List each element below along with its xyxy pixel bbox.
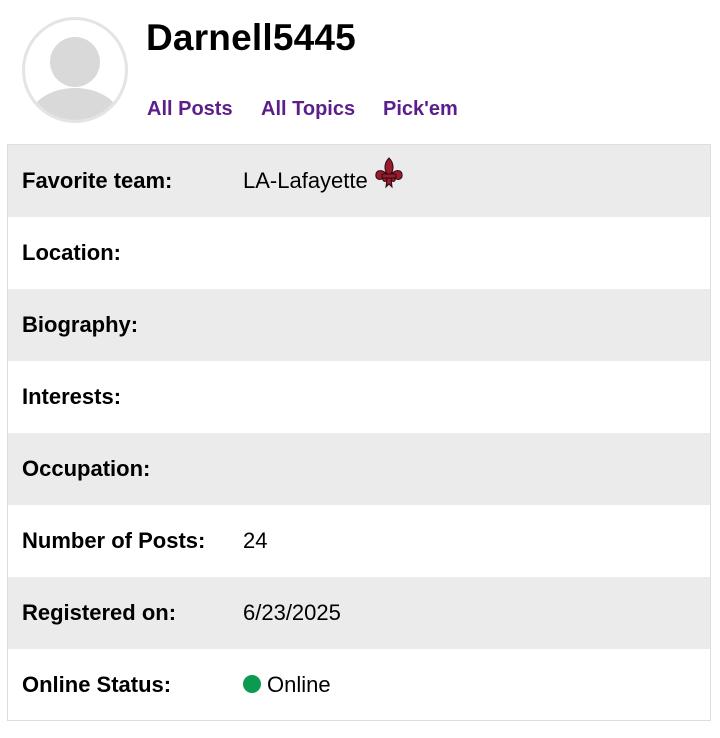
username-heading: Darnell5445 [146, 17, 356, 58]
favorite-team-value: LA-Lafayette [243, 168, 368, 193]
biography-label: Biography: [22, 312, 139, 337]
location-label: Location: [22, 240, 121, 265]
registered-on-label: Registered on: [22, 600, 177, 625]
number-of-posts-label: Number of Posts: [22, 528, 206, 553]
occupation-label: Occupation: [22, 456, 151, 481]
all-posts-link[interactable]: All Posts [147, 96, 233, 122]
interests-row: Interests: [8, 361, 710, 433]
favorite-team-label: Favorite team: [22, 168, 173, 193]
avatar [22, 17, 128, 123]
default-user-avatar-icon [29, 37, 121, 120]
online-status-value: Online [267, 671, 331, 697]
number-of-posts-value: 24 [243, 528, 268, 553]
online-status-value-container: Online [243, 672, 331, 698]
online-status-dot-icon [243, 674, 261, 693]
fleur-de-lis-icon [375, 157, 403, 189]
interests-label: Interests: [22, 384, 122, 409]
occupation-row: Occupation: [8, 433, 710, 505]
pickem-link[interactable]: Pick'em [383, 96, 458, 122]
online-status-label: Online Status: [22, 671, 172, 697]
profile-details-table: Favorite team: LA-Lafayette Location: Bi… [7, 144, 711, 721]
all-topics-link[interactable]: All Topics [261, 96, 355, 122]
online-status-row: Online Status: Online [8, 649, 710, 720]
favorite-team-value-container: LA-Lafayette [243, 157, 404, 194]
registered-on-value: 6/23/2025 [243, 600, 341, 625]
biography-row: Biography: [8, 289, 710, 361]
favorite-team-row: Favorite team: LA-Lafayette [8, 145, 710, 217]
registered-on-row: Registered on: 6/23/2025 [8, 577, 710, 649]
number-of-posts-row: Number of Posts: 24 [8, 505, 710, 577]
location-row: Location: [8, 217, 710, 289]
